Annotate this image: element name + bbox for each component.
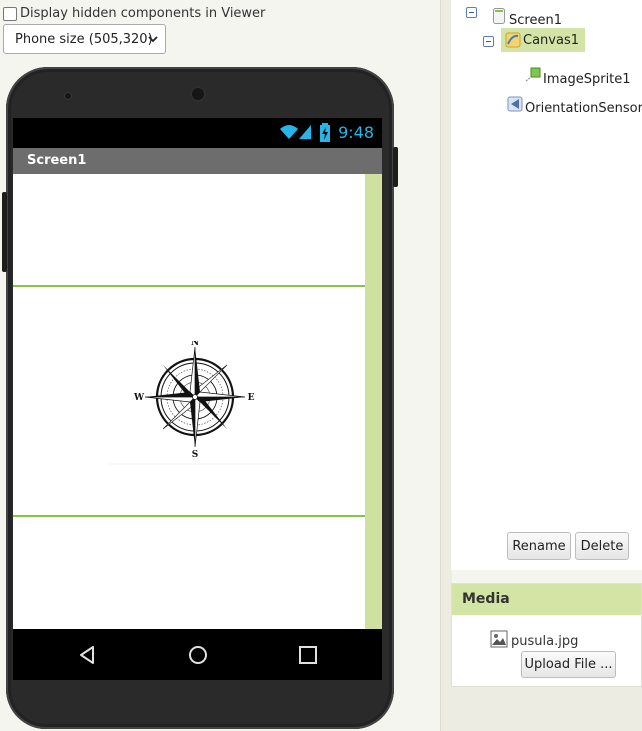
canvas-border-bottom xyxy=(13,515,365,517)
tree-item-label: Canvas1 xyxy=(523,32,579,48)
phone-speaker xyxy=(190,86,206,102)
components-panel: Screen1 Canvas1 ImageSprite1 Orientation… xyxy=(451,0,642,570)
compass-image-sprite[interactable]: N S E W xyxy=(109,341,281,465)
status-time: 9:48 xyxy=(338,123,374,142)
chevron-down-icon xyxy=(148,36,158,43)
canvas-icon xyxy=(505,32,521,48)
panel-footer xyxy=(451,687,642,731)
upload-file-label: Upload File ... xyxy=(524,657,613,672)
home-icon[interactable] xyxy=(186,643,210,667)
android-nav-bar xyxy=(13,629,382,680)
screen-title-bar: Screen1 xyxy=(13,148,382,174)
phone-size-value: Phone size (505,320) xyxy=(15,31,153,47)
tree-item-canvas1[interactable]: Canvas1 xyxy=(501,28,585,52)
orientation-sensor-icon xyxy=(507,96,523,111)
upload-file-button[interactable]: Upload File ... xyxy=(521,651,616,678)
signal-icon xyxy=(299,125,311,139)
media-file-item[interactable]: pusula.jpg xyxy=(490,628,578,649)
display-hidden-checkbox[interactable] xyxy=(3,6,17,21)
rename-button[interactable]: Rename xyxy=(507,532,571,560)
media-header: Media xyxy=(452,584,641,615)
tree-item-screen1[interactable]: Screen1 xyxy=(491,3,562,28)
delete-button[interactable]: Delete xyxy=(575,532,629,560)
canvas-scrollbar[interactable] xyxy=(365,174,382,629)
tree-item-label: Screen1 xyxy=(509,13,562,28)
delete-button-label: Delete xyxy=(580,538,624,554)
image-file-icon xyxy=(490,630,508,647)
phone-screen: 9:48 Screen1 N S E W xyxy=(13,118,382,680)
phone-side-button xyxy=(2,192,7,272)
compass-w-label: W xyxy=(133,393,145,403)
media-file-name: pusula.jpg xyxy=(511,634,579,649)
canvas-border-top xyxy=(13,285,365,287)
battery-icon xyxy=(320,123,330,142)
back-icon[interactable] xyxy=(76,643,100,667)
tree-item-label: ImageSprite1 xyxy=(543,72,631,87)
phone-side-button xyxy=(393,147,398,187)
media-panel: Media pusula.jpg Upload File ... xyxy=(451,583,642,687)
display-hidden-checkbox-row[interactable]: Display hidden components in Viewer xyxy=(3,6,265,21)
screen-icon xyxy=(493,7,505,24)
wifi-icon xyxy=(280,125,298,139)
recents-icon[interactable] xyxy=(296,643,320,667)
compass-n-label: N xyxy=(191,341,199,348)
compass-s-label: S xyxy=(192,450,199,460)
phone-camera xyxy=(64,92,72,100)
image-sprite-icon xyxy=(525,67,541,82)
rename-button-label: Rename xyxy=(512,538,566,554)
display-hidden-label: Display hidden components in Viewer xyxy=(20,6,266,21)
tree-item-label: OrientationSensor1 xyxy=(525,101,642,116)
canvas-area[interactable]: N S E W xyxy=(13,174,382,629)
screen-title: Screen1 xyxy=(27,153,87,168)
collapse-screen1-toggle[interactable] xyxy=(466,7,477,18)
tree-item-imagesprite1[interactable]: ImageSprite1 xyxy=(525,62,631,87)
status-bar: 9:48 xyxy=(13,118,382,148)
phone-size-select[interactable]: Phone size (505,320) xyxy=(3,24,166,54)
tree-item-orientationsensor1[interactable]: OrientationSensor1 xyxy=(507,91,642,116)
collapse-canvas1-toggle[interactable] xyxy=(483,36,494,47)
compass-e-label: E xyxy=(248,393,255,403)
